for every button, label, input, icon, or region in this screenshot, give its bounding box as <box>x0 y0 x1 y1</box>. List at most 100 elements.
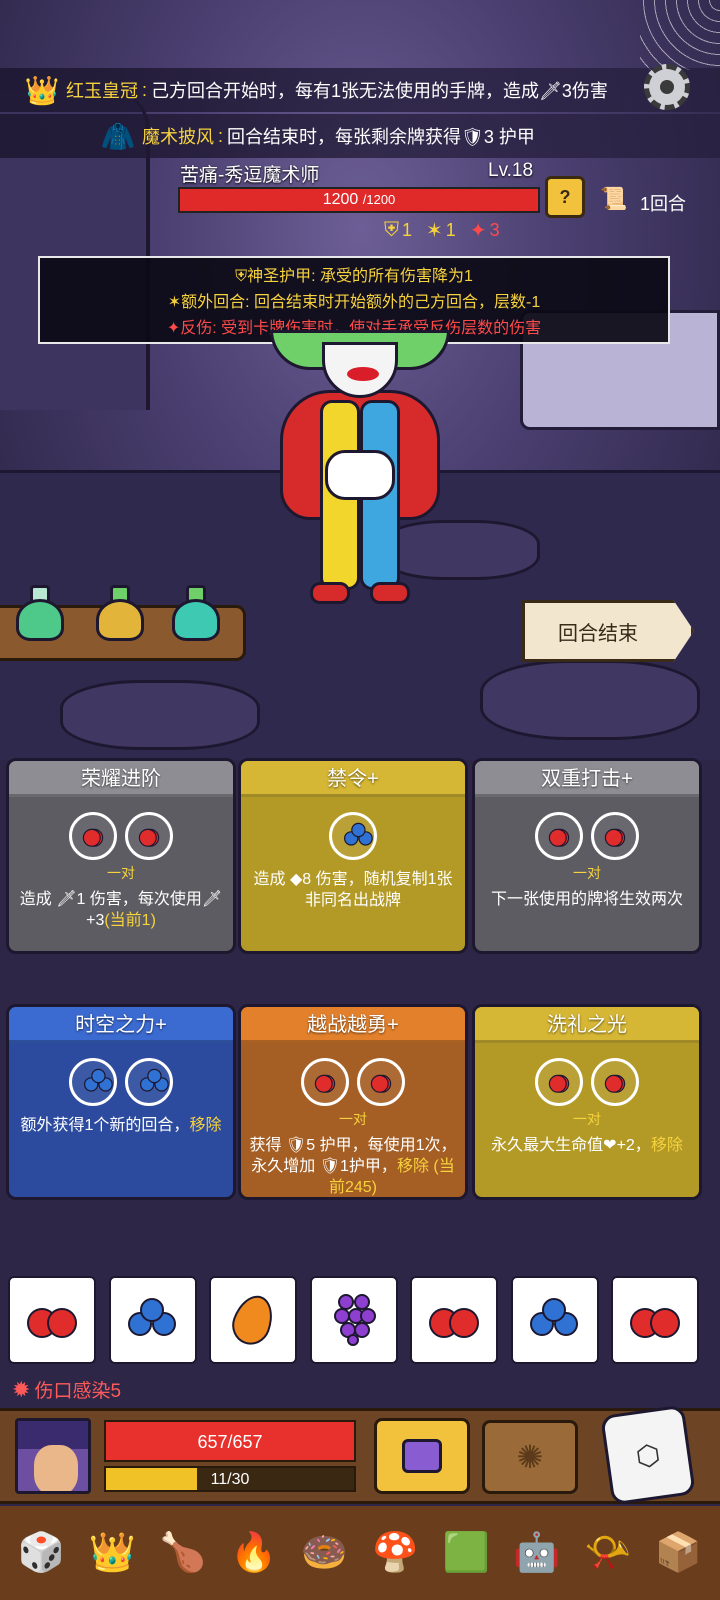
fruit-die[interactable] <box>410 1276 498 1364</box>
enemy-level: Lv.18 <box>488 160 534 181</box>
card-description: 永久最大生命值❤+2，移除 <box>491 1137 683 1154</box>
chest-icon[interactable]: 📦 <box>652 1526 706 1580</box>
card[interactable]: 越战越勇+ 一对 获得 🛡5 护甲，每使用1次，永久增加 🛡1护甲，移除 (当前… <box>238 1004 468 1200</box>
dice-slot[interactable] <box>125 812 173 860</box>
end-turn-button[interactable]: 回合结束 <box>522 600 694 662</box>
card-dice-slots <box>241 1043 465 1115</box>
mushroom-icon[interactable]: 🍄 <box>368 1526 422 1580</box>
player-hp-bar: 657/657 <box>104 1420 356 1462</box>
fruit-die[interactable] <box>8 1276 96 1364</box>
fruit-die[interactable] <box>510 1276 599 1364</box>
card-title: 双重打击+ <box>475 761 699 797</box>
cherry-icon <box>82 825 104 847</box>
lock-button[interactable] <box>374 1418 470 1494</box>
shard-button[interactable]: ✺ <box>482 1420 578 1494</box>
card-description: 额外获得1个新的回合，移除 <box>20 1117 222 1134</box>
enemy-intel-book-icon[interactable]: ? <box>545 176 585 218</box>
card[interactable]: 禁令+ 造成 ◆8 伤害，随机复制1张非同名出战牌 <box>238 758 468 954</box>
relic-desc: 己方回合开始时，每有1张无法使用的手牌，造成🗡3伤害 <box>151 81 608 101</box>
card-description: 造成 🗡1 伤害，每次使用🗡+3(当前1) <box>19 891 223 929</box>
dice-slot[interactable] <box>329 812 377 860</box>
settings-gear-icon[interactable] <box>644 64 690 110</box>
spiked-die-icon[interactable]: 🎲 <box>14 1526 68 1580</box>
status-effect[interactable]: ✹ 伤口感染5 <box>12 1376 121 1403</box>
player-avatar[interactable] <box>15 1418 91 1494</box>
dice-slot[interactable] <box>591 812 639 860</box>
buff-value: 1 <box>402 220 413 240</box>
sprout-bag-icon[interactable] <box>90 585 150 645</box>
card-dice-slots <box>475 1043 699 1115</box>
cherry-icon <box>25 1302 79 1338</box>
gloves <box>325 450 395 500</box>
dice-slot[interactable] <box>69 1058 117 1106</box>
cherry-icon <box>604 825 626 847</box>
fruit-die[interactable] <box>611 1276 699 1364</box>
enemy-buff[interactable]: ✶ 1 <box>426 218 456 243</box>
card-description: 造成 ◆8 伤害，随机复制1张非同名出战牌 <box>253 871 453 909</box>
cobweb <box>640 0 720 70</box>
tooltip-line: ✶额外回合: 回合结束时开始额外的己方回合，层数-1 <box>40 290 668 316</box>
tooltip-icon: ✶ <box>167 294 182 311</box>
card-pair-label: 一对 <box>573 1111 601 1127</box>
fruit-die[interactable] <box>209 1276 297 1364</box>
card-title: 荣耀进阶 <box>9 761 233 797</box>
robot-icon[interactable]: 🤖 <box>510 1526 564 1580</box>
flame-crown-icon[interactable]: 🔥 <box>227 1526 281 1580</box>
card-dice-slots <box>241 797 465 869</box>
blueberry-icon <box>84 1068 113 1095</box>
shoe <box>310 582 350 604</box>
dice-slot[interactable] <box>357 1058 405 1106</box>
enemy-buff[interactable]: ✦ 3 <box>470 218 500 243</box>
card[interactable]: 荣耀进阶 一对 造成 🗡1 伤害，每次使用🗡+3(当前1) <box>6 758 236 954</box>
card[interactable]: 洗礼之光 一对 永久最大生命值❤+2，移除 <box>472 1004 702 1200</box>
relic-sep: : <box>218 125 224 146</box>
card[interactable]: 时空之力+ 额外获得1个新的回合，移除 <box>6 1004 236 1200</box>
meat-icon[interactable]: 🍗 <box>156 1526 210 1580</box>
enemy-hp-max: /1200 <box>362 192 396 207</box>
shoe <box>370 582 410 604</box>
dice-slot[interactable] <box>125 1058 173 1106</box>
green-potion-icon[interactable] <box>10 585 70 645</box>
enemy-hp-text: 1200 /1200 <box>180 189 538 211</box>
cape-icon: 🧥 <box>100 120 136 152</box>
holy-armor-icon: ⛨ <box>384 219 399 241</box>
crown-icon[interactable]: 👑 <box>85 1526 139 1580</box>
dice-slot[interactable] <box>301 1058 349 1106</box>
card-title: 洗礼之光 <box>475 1007 699 1043</box>
dice-slot[interactable] <box>535 812 583 860</box>
crown-icon: 👑 <box>24 74 60 106</box>
rock <box>480 660 700 740</box>
card-pair-label: 一对 <box>573 865 601 881</box>
teal-jar-icon[interactable] <box>166 585 226 645</box>
buff-value: 1 <box>445 220 456 240</box>
relic-desc: 回合结束时，每张剩余牌获得🛡3 护甲 <box>227 127 535 147</box>
cherry-icon <box>628 1302 682 1338</box>
player-energy-bar: 11/30 <box>104 1466 356 1492</box>
enemy-buff[interactable]: ⛨ 1 <box>384 218 412 243</box>
player-hp-text: 657/657 <box>197 1432 263 1452</box>
player-energy-text: 11/30 <box>210 1471 250 1488</box>
reroll-die-icon[interactable]: ⬡ <box>600 1404 696 1506</box>
fruit-die[interactable] <box>108 1276 197 1364</box>
card[interactable]: 双重打击+ 一对 下一张使用的牌将生效两次 <box>472 758 702 954</box>
tooltip-buff-name: 神圣护甲 <box>247 268 312 285</box>
dice-slot[interactable] <box>591 1058 639 1106</box>
donut-icon[interactable]: 🍩 <box>298 1526 352 1580</box>
dice-slot[interactable] <box>535 1058 583 1106</box>
enemy-buffs[interactable]: ⛨ 1 ✶ 1 ✦ 3 <box>384 218 500 243</box>
cherry-icon <box>548 825 570 847</box>
relic-bar: 🎲 👑 🍗 🔥 🍩 🍄 🟩 🤖 📯 📦 <box>0 1506 720 1600</box>
slime-icon[interactable]: 🟩 <box>439 1526 493 1580</box>
enemy-clown-magician[interactable] <box>270 330 450 620</box>
blueberry-icon <box>140 1068 169 1095</box>
cherry-icon <box>427 1302 481 1338</box>
dice-slot[interactable] <box>69 812 117 860</box>
fruit-die[interactable] <box>309 1276 398 1364</box>
relic-info-row: 👑 红玉皇冠 : 己方回合开始时，每有1张无法使用的手牌，造成🗡3伤害 <box>0 68 720 112</box>
horn-icon[interactable]: 📯 <box>581 1526 635 1580</box>
tooltip-icon: ✦ <box>166 320 181 337</box>
tooltip-buff-desc: : 回合结束时开始额外的己方回合，层数-1 <box>245 294 541 311</box>
card-pair-label: 一对 <box>339 1111 367 1127</box>
rock <box>60 680 260 750</box>
extra-turn-icon: ✶ <box>426 220 443 242</box>
